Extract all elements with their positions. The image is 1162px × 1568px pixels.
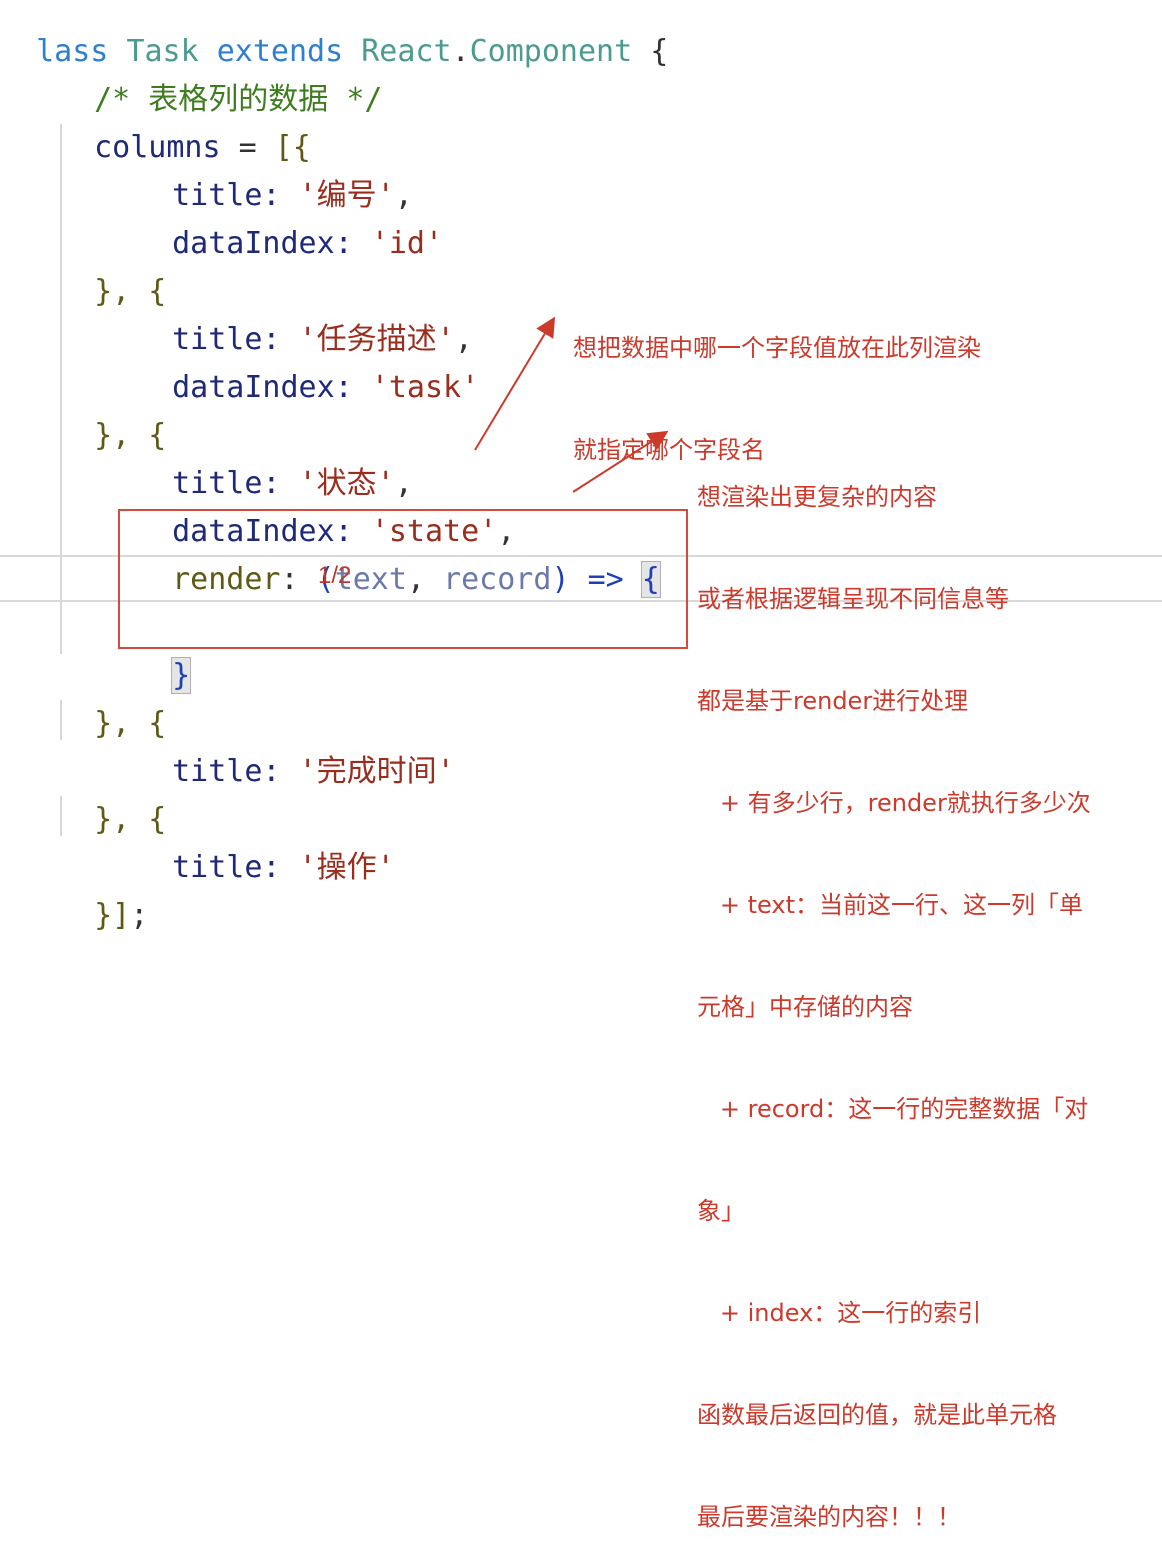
annotation-line: 函数最后返回的值，就是此单元格: [697, 1401, 1057, 1429]
annotation-line: 象」: [697, 1197, 745, 1225]
annotation-line: + index：这一行的索引: [697, 1299, 982, 1327]
annotation-line: + record：这一行的完整数据「对: [697, 1095, 1089, 1123]
arrow-to-dataindex-note: [474, 316, 556, 451]
annotation-line: 想渲染出更复杂的内容: [697, 483, 937, 511]
annotation-line: 或者根据逻辑呈现不同信息等: [697, 585, 1009, 613]
annotation-line: 元格」中存储的内容: [697, 993, 913, 1021]
annotation-render-note: 想渲染出更复杂的内容 或者根据逻辑呈现不同信息等 都是基于render进行处理 …: [697, 412, 1091, 1568]
annotation-line: 想把数据中哪一个字段值放在此列渲染: [573, 334, 981, 362]
annotation-line: + text：当前这一行、这一列「单: [697, 891, 1083, 919]
annotation-line: 最后要渲染的内容！！！: [697, 1503, 961, 1531]
annotation-line: + 有多少行，render就执行多少次: [697, 789, 1091, 817]
annotation-line: 都是基于render进行处理: [697, 687, 969, 715]
